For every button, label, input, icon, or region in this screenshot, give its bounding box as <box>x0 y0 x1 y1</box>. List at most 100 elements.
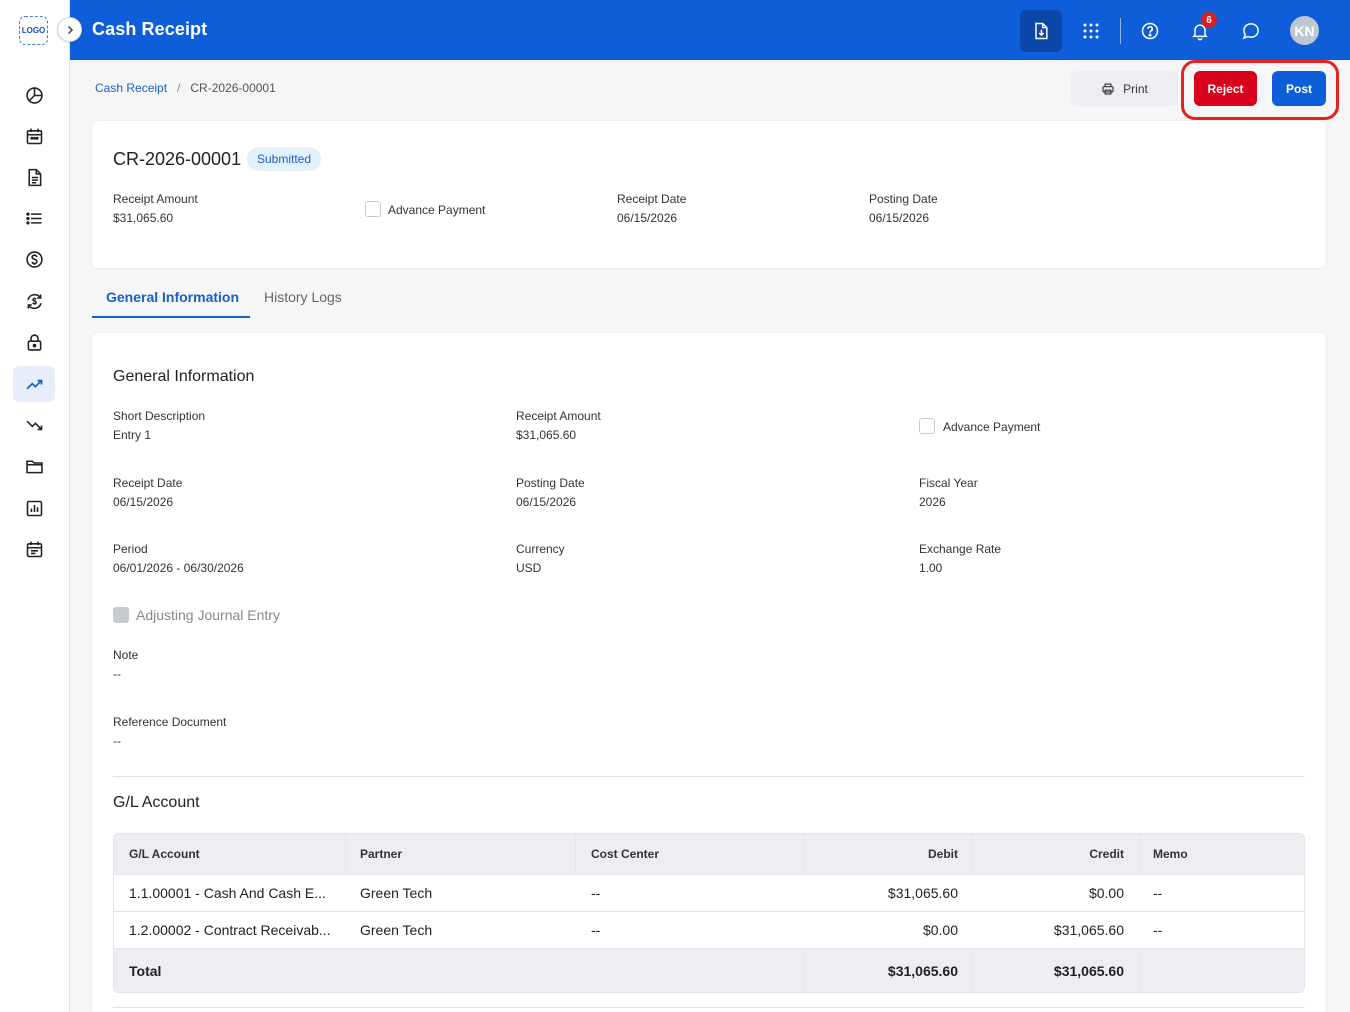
report-chart-icon <box>26 500 42 516</box>
table-header-row: G/L Account Partner Cost Center Debit Cr… <box>114 834 1304 875</box>
fiscal-year-label: Fiscal Year <box>919 476 978 490</box>
receipt-date-label: Receipt Date <box>617 192 687 206</box>
breadcrumb-parent-link[interactable]: Cash Receipt <box>95 81 167 95</box>
printer-icon <box>1102 82 1114 95</box>
gl-account-cell: 1.1.00001 - Cash And Cash E... <box>129 885 326 901</box>
column-separator <box>575 834 576 874</box>
tab-history-logs[interactable]: History Logs <box>264 289 342 305</box>
sidebar-item-recurring[interactable] <box>13 283 55 319</box>
sidebar-item-receivables[interactable] <box>13 366 55 402</box>
sidebar-item-security[interactable] <box>13 324 55 360</box>
top-bar: Cash Receipt 6 KN <box>70 0 1350 60</box>
help-button[interactable] <box>1129 10 1171 52</box>
app-logo[interactable]: LOGO <box>19 16 48 45</box>
post-button[interactable]: Post <box>1272 71 1326 106</box>
column-header-debit: Debit <box>928 847 958 861</box>
sidebar-expand-button[interactable] <box>57 17 82 42</box>
column-header-partner: Partner <box>360 847 403 861</box>
sidebar-item-documents[interactable] <box>13 159 55 195</box>
breadcrumb-current: CR-2026-00001 <box>190 81 276 95</box>
short-description-label: Short Description <box>113 409 206 423</box>
detail-receipt-amount-value: $31,065.60 <box>516 428 577 442</box>
debit-cell: $0.00 <box>922 922 958 938</box>
cost-center-cell: -- <box>591 885 601 901</box>
total-credit: $31,065.60 <box>1053 962 1124 979</box>
table-row[interactable]: 1.1.00001 - Cash And Cash E... Green Tec… <box>114 875 1304 912</box>
active-tab-indicator <box>92 316 250 318</box>
advance-payment-checkbox[interactable] <box>365 201 381 217</box>
memo-cell: -- <box>1153 885 1163 901</box>
detail-receipt-date-label: Receipt Date <box>113 476 183 490</box>
sidebar-item-calendar[interactable] <box>13 118 55 154</box>
column-separator <box>1139 834 1140 874</box>
reject-button[interactable]: Reject <box>1194 71 1257 106</box>
exchange-rate-value: 1.00 <box>919 561 943 575</box>
column-separator <box>804 949 805 992</box>
dollar-icon <box>25 250 43 268</box>
receipt-amount-value: $31,065.60 <box>113 211 174 225</box>
column-separator <box>1139 949 1140 992</box>
column-separator <box>972 834 973 874</box>
detail-posting-date-value: 06/15/2026 <box>516 495 577 509</box>
schedule-icon <box>26 541 42 557</box>
column-separator <box>972 949 973 992</box>
chevron-right-icon <box>67 25 73 34</box>
detail-posting-date-label: Posting Date <box>516 476 585 490</box>
currency-label: Currency <box>516 542 565 556</box>
user-avatar[interactable]: KN <box>1290 16 1319 45</box>
trending-up-icon <box>25 379 42 389</box>
chat-button[interactable] <box>1230 10 1272 52</box>
tab-general-information[interactable]: General Information <box>106 289 239 305</box>
trending-down-icon <box>26 420 42 430</box>
sidebar-item-dashboard[interactable] <box>13 77 55 113</box>
receipt-amount-label: Receipt Amount <box>113 192 198 206</box>
document-number: CR-2026-00001 <box>113 149 242 169</box>
download-document-icon <box>1035 22 1048 40</box>
table-total-row: Total $31,065.60 $31,065.60 <box>114 949 1304 992</box>
sidebar-item-list[interactable] <box>13 200 55 236</box>
summary-card: CR-2026-00001 Submitted Receipt Amount $… <box>92 121 1326 268</box>
total-debit: $31,065.60 <box>887 962 958 979</box>
column-header-cost-center: Cost Center <box>591 847 660 861</box>
bottom-divider <box>113 1007 1305 1008</box>
total-label: Total <box>129 962 162 979</box>
detail-advance-payment-checkbox[interactable] <box>919 418 935 434</box>
sidebar-item-payments[interactable] <box>13 241 55 277</box>
cost-center-cell: -- <box>591 922 601 938</box>
download-document-button[interactable] <box>1020 10 1062 52</box>
reference-document-value: -- <box>113 734 121 748</box>
debit-cell: $31,065.60 <box>887 885 958 901</box>
refresh-dollar-icon <box>26 293 42 309</box>
credit-cell: $0.00 <box>1088 885 1124 901</box>
gl-account-cell: 1.2.00002 - Contract Receivab... <box>129 922 331 938</box>
reference-document-label: Reference Document <box>113 715 227 729</box>
detail-advance-payment-label: Advance Payment <box>943 420 1041 434</box>
apps-grid-icon <box>1083 23 1099 39</box>
exchange-rate-label: Exchange Rate <box>919 542 1002 556</box>
posting-date-label: Posting Date <box>869 192 938 206</box>
partner-cell: Green Tech <box>360 885 433 901</box>
pie-chart-icon <box>25 86 43 104</box>
sidebar-item-reports[interactable] <box>13 490 55 526</box>
print-button[interactable]: Print <box>1071 71 1178 106</box>
column-header-gl-account: G/L Account <box>129 847 200 861</box>
lock-icon <box>27 333 41 351</box>
list-icon <box>25 211 41 225</box>
notifications-button[interactable]: 6 <box>1179 10 1221 52</box>
sidebar: LOGO <box>0 0 82 1012</box>
apps-menu-button[interactable] <box>1070 10 1112 52</box>
breadcrumb: Cash Receipt / CR-2026-00001 <box>95 81 276 95</box>
chat-icon <box>1242 23 1259 40</box>
memo-cell: -- <box>1153 922 1163 938</box>
sidebar-item-schedule[interactable] <box>13 531 55 567</box>
column-header-memo: Memo <box>1153 847 1188 861</box>
sidebar-item-payables[interactable] <box>13 407 55 443</box>
calendar-icon <box>26 128 42 144</box>
sidebar-item-files[interactable] <box>13 448 55 484</box>
general-information-title: General Information <box>113 368 255 385</box>
column-header-credit: Credit <box>1089 847 1124 861</box>
folder-icon <box>25 459 43 473</box>
fiscal-year-value: 2026 <box>919 495 946 509</box>
toolbar-divider <box>1120 18 1121 44</box>
table-row[interactable]: 1.2.00002 - Contract Receivab... Green T… <box>114 912 1304 949</box>
